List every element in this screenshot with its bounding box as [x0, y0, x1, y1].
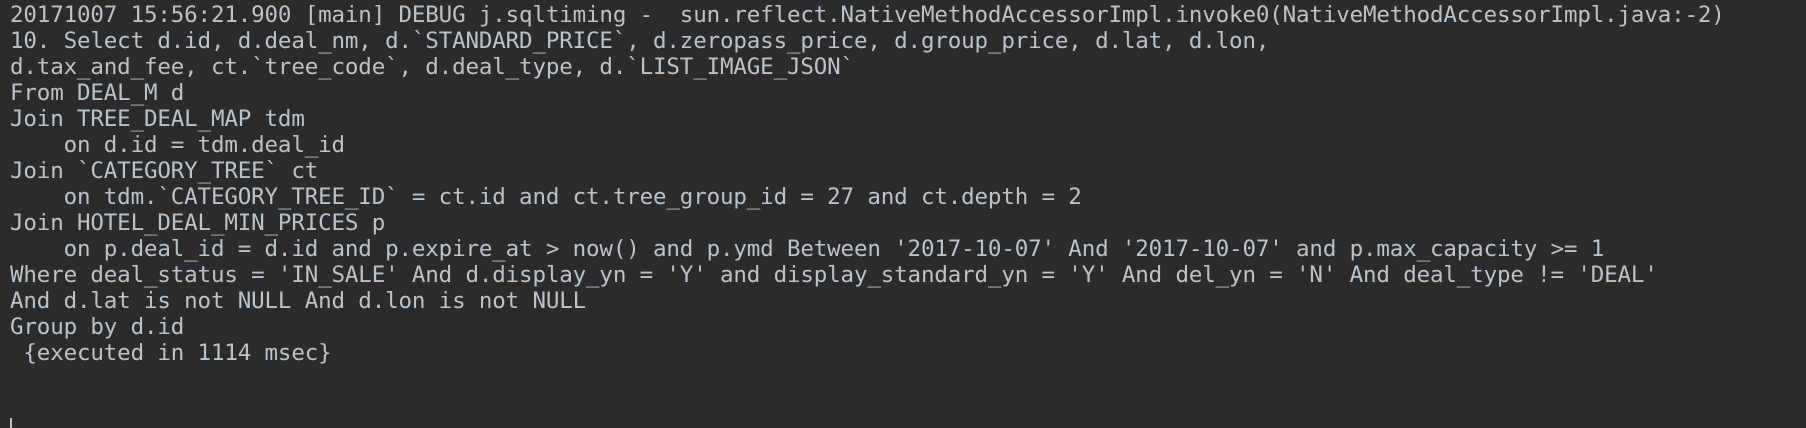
text-cursor: [10, 418, 12, 428]
console-output[interactable]: 20171007 15:56:21.900 [main] DEBUG j.sql…: [0, 0, 1806, 428]
execution-time-line: {executed in 1114 msec}: [10, 340, 332, 366]
